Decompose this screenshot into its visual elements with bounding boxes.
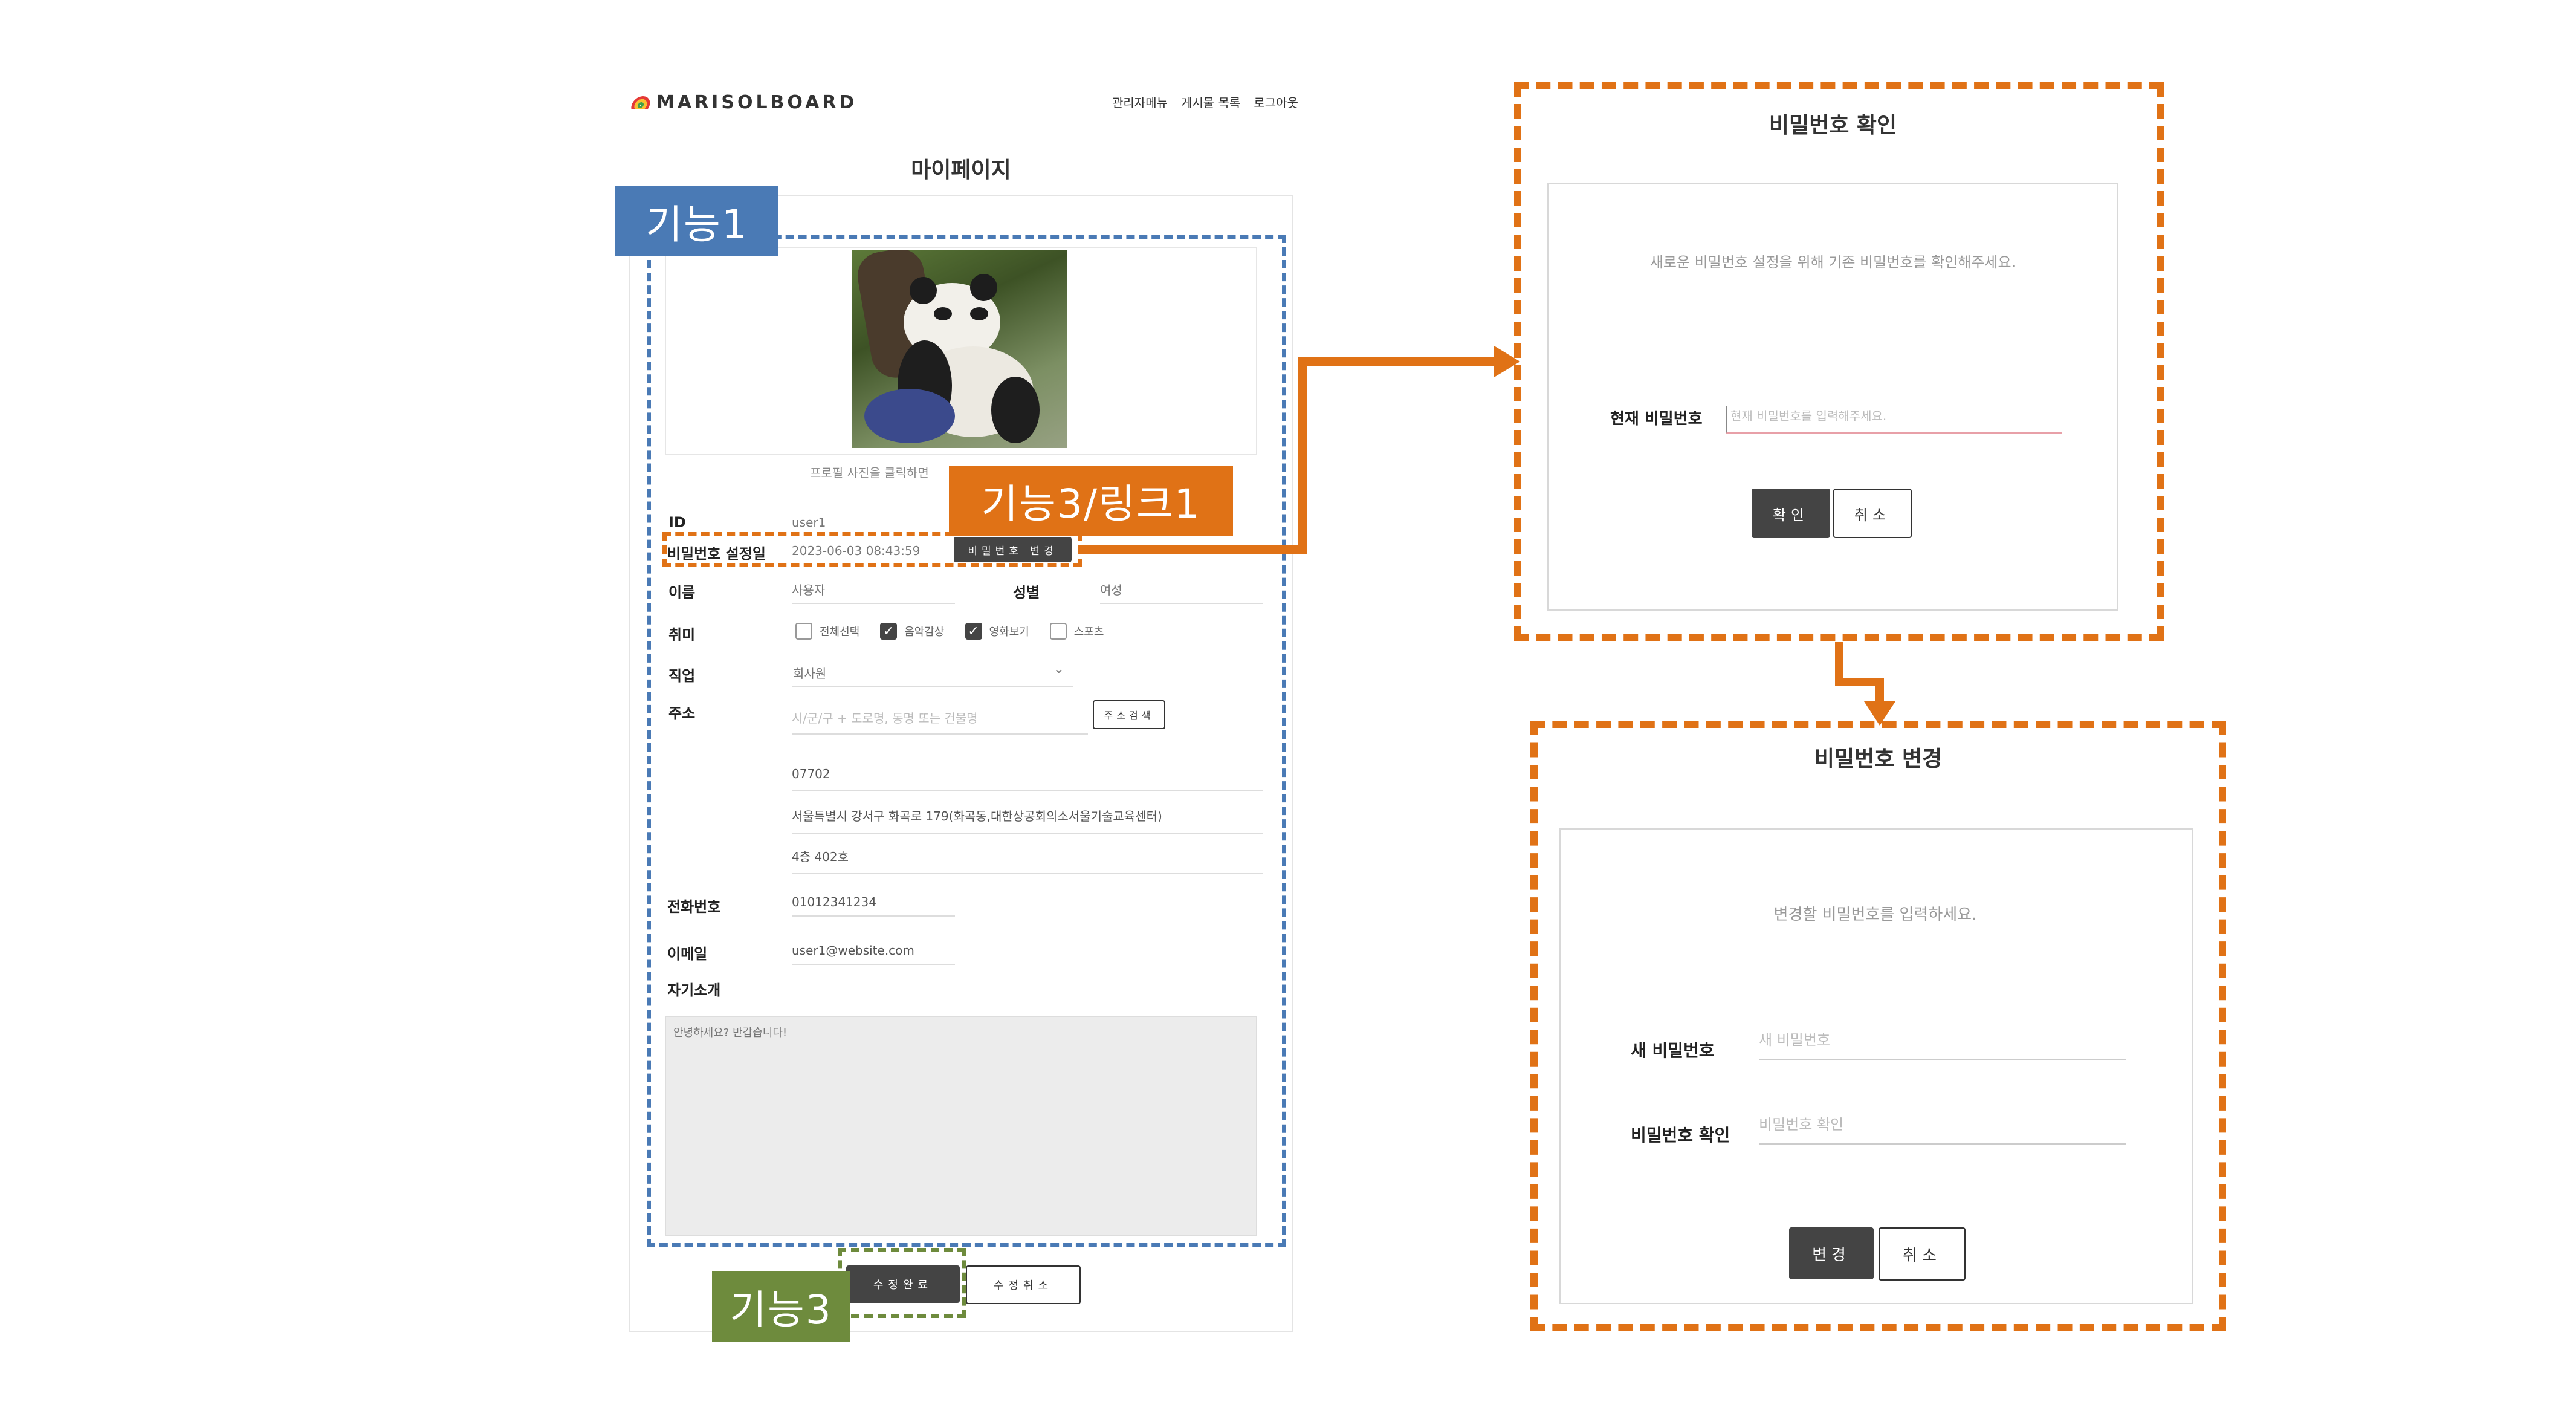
change-dialog-card [1559, 828, 2193, 1304]
current-password-label: 현재 비밀번호 [1610, 410, 1703, 428]
new-password-label: 새 비밀번호 [1631, 1041, 1715, 1060]
confirm-dialog-card [1547, 183, 2118, 611]
arrow-to-change-dialog [1835, 642, 1884, 703]
change-submit-button[interactable]: 변경 [1789, 1227, 1874, 1279]
current-password-input[interactable]: 현재 비밀번호를 입력해주세요. [1726, 406, 2062, 434]
new-password-input[interactable]: 새 비밀번호 [1759, 1028, 2126, 1060]
change-dialog-message: 변경할 비밀번호를 입력하세요. [1773, 906, 1977, 924]
confirm-dialog-message: 새로운 비밀번호 설정을 위해 기존 비밀번호를 확인해주세요. [1649, 254, 2016, 271]
change-cancel-button[interactable]: 취소 [1879, 1227, 1966, 1281]
arrow-to-confirm-dialog [1082, 357, 1496, 554]
confirm-password-label: 비밀번호 확인 [1631, 1125, 1730, 1145]
change-dialog-title: 비밀번호 변경 [1814, 747, 1943, 771]
confirm-cancel-button[interactable]: 취소 [1833, 489, 1912, 538]
confirm-password-input[interactable]: 비밀번호 확인 [1759, 1112, 2126, 1145]
confirm-dialog-title: 비밀번호 확인 [1769, 113, 1897, 138]
confirm-ok-button[interactable]: 확인 [1752, 489, 1830, 538]
